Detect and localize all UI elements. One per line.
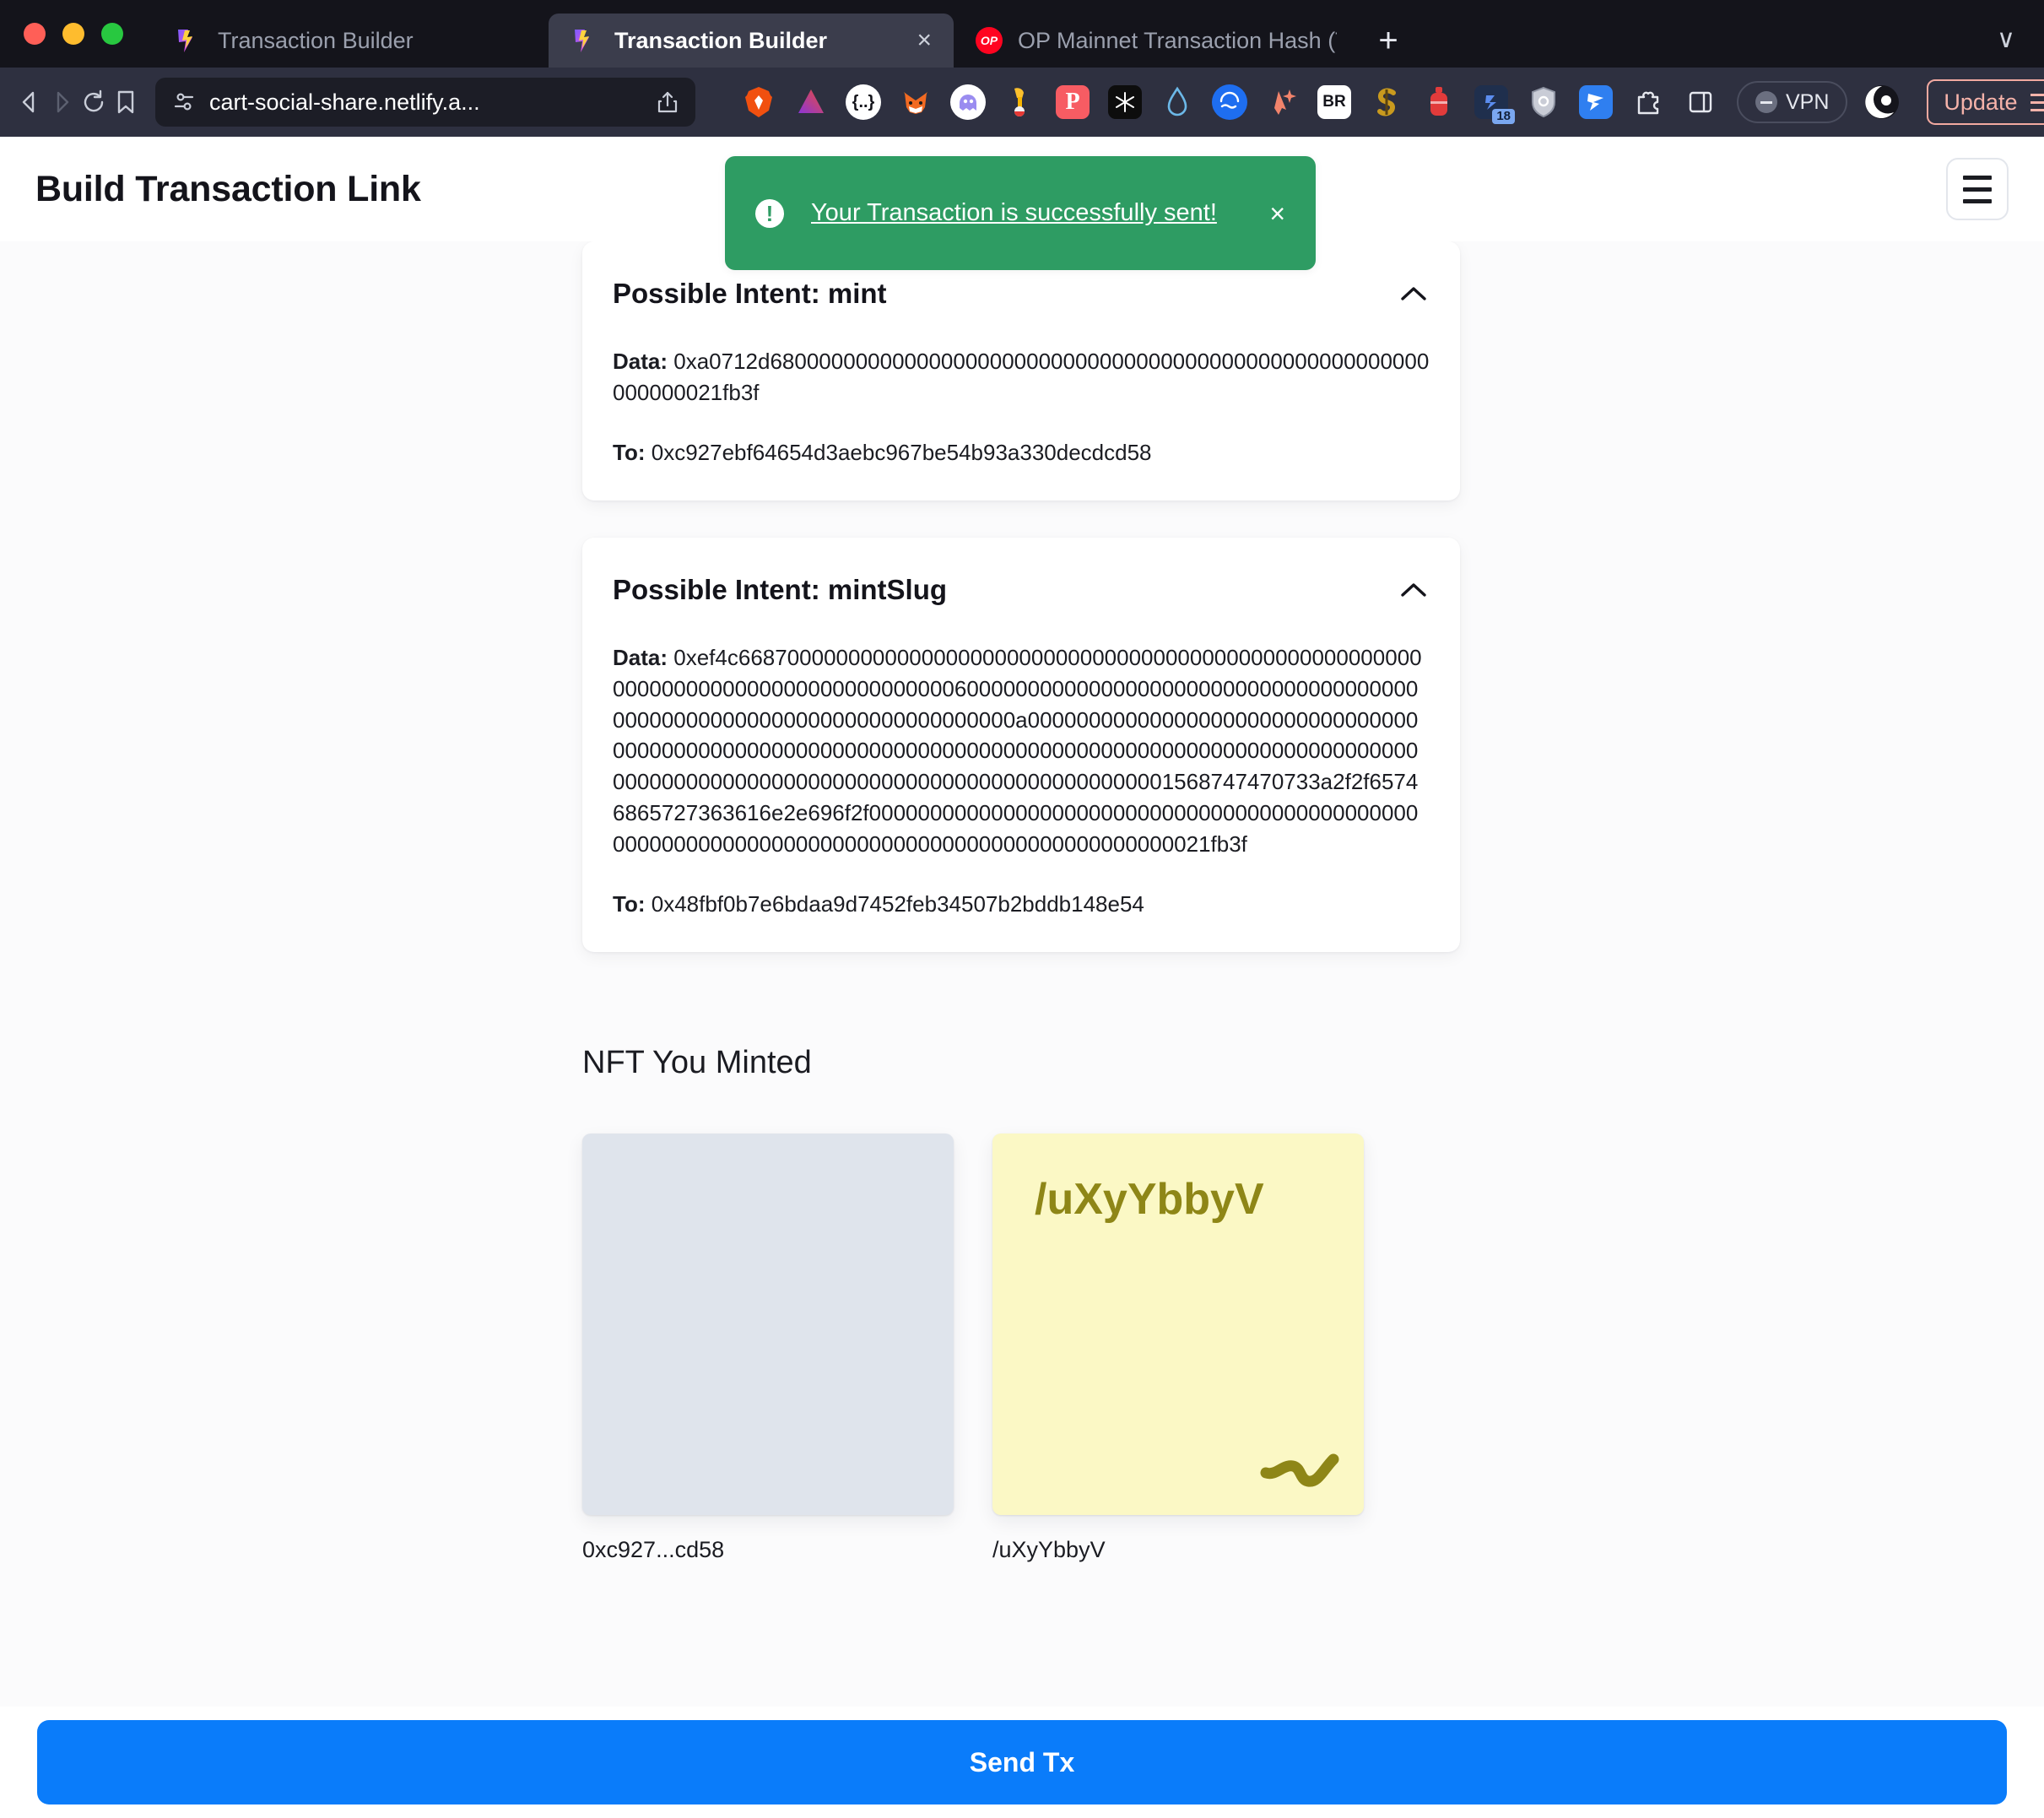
lightning-icon: [575, 30, 589, 52]
nft-artwork-blank[interactable]: [582, 1133, 954, 1515]
snowflake-icon[interactable]: [1099, 76, 1151, 128]
squiggle-icon: [1260, 1453, 1339, 1487]
url-text: cart-social-share.netlify.a...: [209, 89, 480, 115]
site-settings-icon[interactable]: [170, 89, 197, 116]
browser-tab-2-active[interactable]: Transaction Builder ×: [549, 14, 954, 68]
shield-icon[interactable]: [1517, 76, 1570, 128]
page-scroll-area[interactable]: Possible Intent: mint Data: 0xa0712d6800…: [0, 241, 2044, 1707]
sparrow-icon[interactable]: [1570, 76, 1622, 128]
to-label: To:: [613, 891, 646, 917]
minimize-window-button[interactable]: [62, 23, 84, 45]
page-menu-button[interactable]: [1946, 158, 2009, 220]
intent-to-row: To: 0x48fbf0b7e6bdaa9d7452feb34507b2bddb…: [613, 889, 1430, 920]
intent-title: Possible Intent: mintSlug: [613, 573, 948, 605]
browser-tab-1[interactable]: Transaction Builder: [152, 14, 549, 68]
metamask-fox-icon[interactable]: [890, 76, 942, 128]
to-label: To:: [613, 439, 646, 465]
bookmark-icon[interactable]: [111, 76, 140, 128]
chevron-up-icon[interactable]: [1398, 574, 1430, 606]
data-value: 0xa0712d68000000000000000000000000000000…: [613, 349, 1430, 405]
nft-artwork-slug[interactable]: /uXyYbbyV: [992, 1133, 1364, 1515]
content-column: Possible Intent: mint Data: 0xa0712d6800…: [582, 241, 1460, 1563]
update-label: Update: [1944, 89, 2018, 115]
extension-badge: 18: [1492, 109, 1515, 124]
forward-arrow-icon[interactable]: [47, 76, 76, 128]
origami-icon[interactable]: [1256, 76, 1308, 128]
nft-item[interactable]: /uXyYbbyV /uXyYbbyV: [992, 1133, 1364, 1563]
lightning-icon: [178, 30, 192, 52]
op-icon: OP: [976, 27, 1003, 54]
to-value: 0x48fbf0b7e6bdaa9d7452feb34507b2bddb148e…: [651, 891, 1144, 917]
vpn-button[interactable]: VPN: [1737, 81, 1848, 123]
new-tab-button[interactable]: +: [1359, 14, 1418, 68]
vpn-label: VPN: [1786, 89, 1830, 114]
chevron-up-icon[interactable]: [1398, 278, 1430, 310]
intent-data-row: Data: 0xef4c6687000000000000000000000000…: [613, 642, 1430, 860]
intent-title: Possible Intent: mint: [613, 278, 887, 309]
toast-message[interactable]: Your Transaction is successfully sent!: [811, 199, 1217, 227]
toast-close-icon[interactable]: ×: [1269, 200, 1285, 227]
data-value: 0xef4c6687000000000000000000000000000000…: [613, 644, 1422, 858]
nft-caption: /uXyYbbyV: [992, 1536, 1106, 1562]
send-tx-button[interactable]: Send Tx: [37, 1720, 2007, 1804]
puzzle-icon[interactable]: [1622, 76, 1674, 128]
a-triangle-icon[interactable]: [785, 76, 837, 128]
nft-item[interactable]: 0xc927...cd58: [582, 1133, 954, 1563]
tab-title: Transaction Builder: [218, 27, 414, 53]
browser-tab-3[interactable]: OP OP Mainnet Transaction Hash (Txha: [954, 14, 1359, 68]
nft-grid: 0xc927...cd58 /uXyYbbyV /uXyYbbyV: [582, 1133, 1460, 1563]
intent-data-row: Data: 0xa0712d68000000000000000000000000…: [613, 346, 1430, 409]
droplet-icon[interactable]: [1151, 76, 1203, 128]
hamburger-icon[interactable]: [2030, 93, 2044, 111]
phantom-p-icon[interactable]: P: [1046, 76, 1099, 128]
back-arrow-icon[interactable]: [15, 76, 44, 128]
nft-section-heading: NFT You Minted: [582, 1044, 812, 1080]
brave-icon[interactable]: [733, 76, 785, 128]
page-title: Build Transaction Link: [35, 168, 421, 209]
braces-icon[interactable]: {..}: [837, 76, 890, 128]
intent-card-mint: Possible Intent: mint Data: 0xa0712d6800…: [582, 241, 1460, 500]
nft-caption: 0xc927...cd58: [582, 1536, 725, 1562]
intent-card-mintslug: Possible Intent: mintSlug Data: 0xef4c66…: [582, 537, 1460, 952]
tab-strip: Transaction Builder Transaction Builder …: [0, 0, 2044, 68]
browser-toolbar: cart-social-share.netlify.a... {..} P BR…: [0, 68, 2044, 137]
vpn-toggle-icon: [1755, 91, 1777, 113]
close-tab-icon[interactable]: ×: [905, 28, 932, 53]
browser-window: Transaction Builder Transaction Builder …: [0, 0, 2044, 1818]
s-icon[interactable]: [1360, 76, 1413, 128]
sidebar-icon[interactable]: [1674, 76, 1727, 128]
web-page: Build Transaction Link ! Your Transactio…: [0, 137, 2044, 1818]
address-bar[interactable]: cart-social-share.netlify.a...: [155, 78, 695, 127]
success-toast[interactable]: ! Your Transaction is successfully sent!…: [725, 156, 1316, 270]
reload-icon[interactable]: [79, 76, 108, 128]
page-bottom-bar: Send Tx: [0, 1707, 2044, 1818]
rabby-icon[interactable]: [994, 76, 1046, 128]
phantom-ghost-icon[interactable]: [942, 76, 994, 128]
tab-list-chevron-icon[interactable]: ∨: [1997, 24, 2044, 68]
nft-artwork-label: /uXyYbbyV: [1035, 1174, 1264, 1224]
data-label: Data:: [613, 644, 668, 670]
data-label: Data:: [613, 349, 668, 374]
tab-title: OP Mainnet Transaction Hash (Txha: [1018, 27, 1337, 53]
leo-icon[interactable]: [1851, 76, 1913, 128]
red-capsule-icon[interactable]: [1413, 76, 1465, 128]
maximize-window-button[interactable]: [101, 23, 123, 45]
wave-icon[interactable]: [1203, 76, 1256, 128]
update-button[interactable]: Update: [1927, 79, 2044, 125]
intent-to-row: To: 0xc927ebf64654d3aebc967be54b93a330de…: [613, 437, 1430, 468]
blue-app-icon[interactable]: 18: [1465, 76, 1517, 128]
br-icon[interactable]: BR: [1308, 76, 1360, 128]
extensions-row: {..} P BR 18: [733, 76, 1727, 128]
window-controls: [24, 0, 152, 68]
exclamation-icon: !: [755, 198, 784, 228]
to-value: 0xc927ebf64654d3aebc967be54b93a330decdcd…: [651, 439, 1152, 465]
intent-card-header[interactable]: Possible Intent: mintSlug: [613, 538, 1430, 642]
close-window-button[interactable]: [24, 23, 46, 45]
tab-title: Transaction Builder: [614, 27, 828, 53]
share-icon[interactable]: [655, 89, 680, 115]
nft-section: NFT You Minted 0xc927...cd58 /uXyYbbyV /…: [582, 1045, 1460, 1563]
